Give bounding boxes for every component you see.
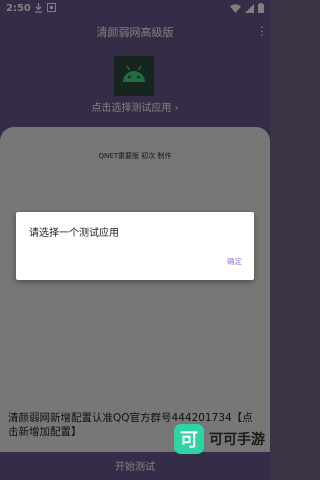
watermark-text: 可可手游 [209,432,265,448]
app-screen: 2:50 清颜弱网高级版 ⋮ [0,0,270,480]
watermark: 可 可可手游 [174,421,270,457]
alert-dialog: 请选择一个测试应用 确定 [16,212,254,280]
dialog-message: 请选择一个测试应用 [29,228,119,239]
watermark-logo-icon: 可 [174,424,204,454]
dialog-ok-button[interactable]: 确定 [227,256,242,267]
